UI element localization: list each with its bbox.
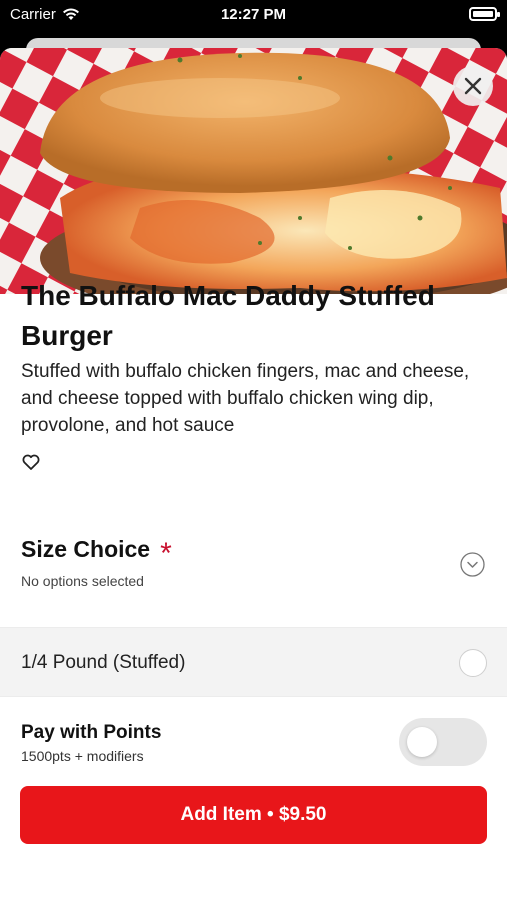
size-option-radio[interactable]: [459, 649, 487, 677]
favorite-button[interactable]: [21, 452, 41, 472]
status-time: 12:27 PM: [220, 6, 287, 23]
item-detail-sheet: [0, 48, 507, 900]
item-title: The Buffalo Mac Daddy Stuffed Burger: [21, 280, 435, 351]
burger-photo: [0, 48, 507, 294]
close-icon: [464, 77, 482, 95]
battery-icon: [469, 7, 500, 21]
size-choice-subtitle: No options selected: [21, 573, 144, 589]
pay-with-points-title: Pay with Points: [21, 722, 162, 743]
size-choice-title: Size Choice: [21, 536, 151, 562]
chevron-down-icon: [460, 552, 485, 577]
pay-with-points-subtitle: 1500pts + modifiers: [21, 748, 144, 764]
size-option-label: 1/4 Pound (Stuffed): [21, 652, 186, 673]
item-description: Stuffed with buffalo chicken fingers, ma…: [21, 361, 470, 436]
pay-with-points-toggle[interactable]: [399, 718, 487, 766]
item-photo: [0, 48, 507, 294]
size-option-row[interactable]: 1/4 Pound (Stuffed): [0, 627, 507, 697]
heart-icon: [22, 454, 40, 470]
size-choice-expand-button[interactable]: [460, 552, 485, 577]
close-button[interactable]: [453, 66, 493, 106]
add-item-button[interactable]: Add Item • $9.50: [20, 786, 487, 844]
toggle-knob: [407, 727, 437, 757]
size-choice-header: Size Choice *: [21, 536, 172, 570]
required-indicator: *: [160, 536, 172, 570]
status-bar: Carrier 12:27 PM: [0, 0, 507, 30]
